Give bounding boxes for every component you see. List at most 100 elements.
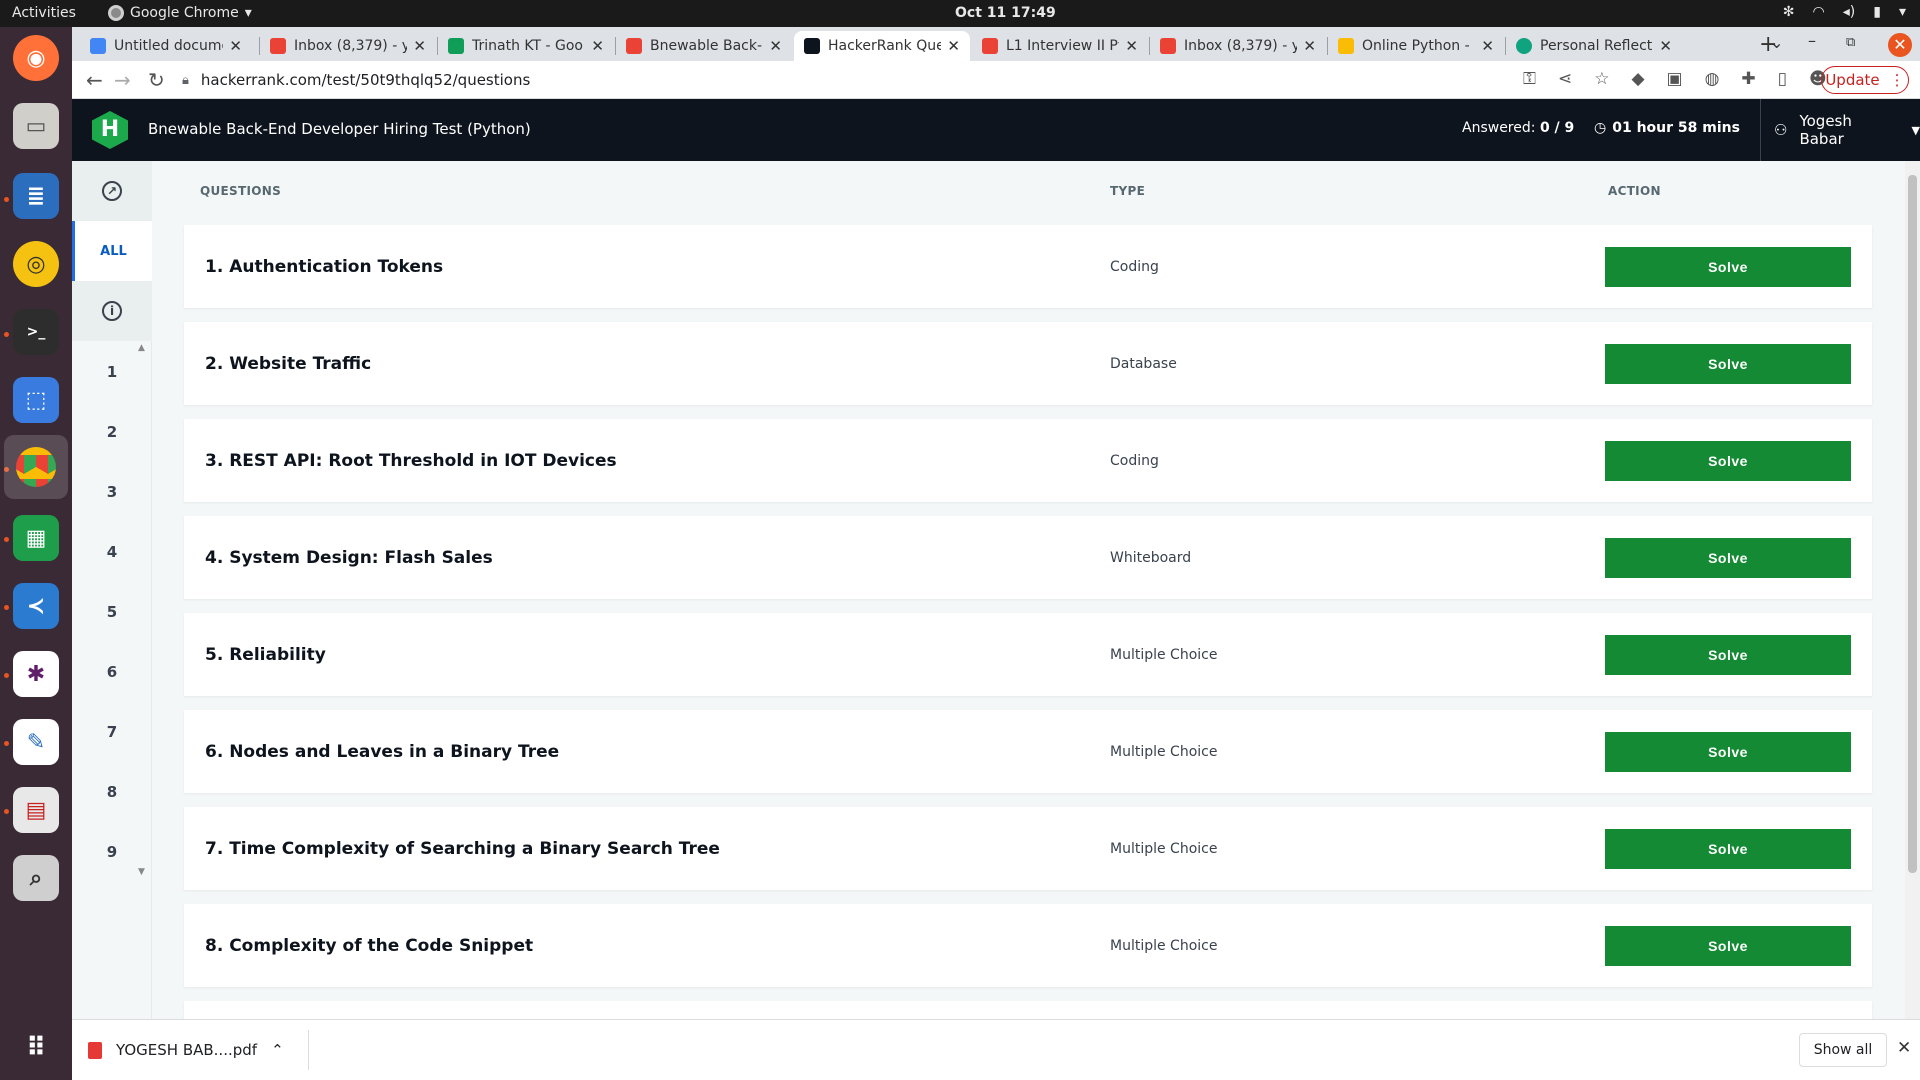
reload-icon[interactable]: ↻ — [148, 68, 165, 92]
tab-l1-interview[interactable]: L1 Interview II Py ✕ — [972, 31, 1148, 61]
solve-button[interactable]: Solve — [1605, 635, 1851, 675]
close-icon[interactable]: ✕ — [1125, 37, 1138, 55]
question-row[interactable]: 7. Time Complexity of Searching a Binary… — [184, 807, 1872, 890]
question-row[interactable]: 5. Reliability Multiple Choice Solve — [184, 613, 1872, 696]
tab-bnewable[interactable]: Bnewable Back-E ✕ — [616, 31, 792, 61]
system-tray[interactable]: ✻ ◠ ◂) ▮ ▾ — [1783, 4, 1906, 20]
question-row[interactable]: 8. Complexity of the Code Snippet Multip… — [184, 904, 1872, 987]
show-all-button[interactable]: Show all — [1799, 1033, 1887, 1067]
clock[interactable]: Oct 11 17:49 — [955, 5, 1056, 21]
share-icon[interactable]: ⋖ — [1558, 69, 1572, 89]
search-app-icon[interactable]: ⌕ — [13, 855, 59, 901]
question-row[interactable]: 6. Nodes and Leaves in a Binary Tree Mul… — [184, 710, 1872, 793]
tab-inbox-2[interactable]: Inbox (8,379) - yo ✕ — [1150, 31, 1326, 61]
solve-button[interactable]: Solve — [1605, 344, 1851, 384]
close-icon[interactable]: ✕ — [1481, 37, 1494, 55]
question-row[interactable]: 3. REST API: Root Threshold in IOT Devic… — [184, 419, 1872, 502]
minimize-icon[interactable]: – — [1808, 31, 1816, 50]
tab-untitled-doc[interactable]: Untitled docume ✕ — [80, 31, 252, 61]
chevron-up-icon[interactable]: ⌃ — [271, 1041, 284, 1059]
forward-arrow-icon[interactable]: → — [114, 68, 131, 92]
document-viewer-icon[interactable]: ▤ — [13, 787, 59, 833]
nav-question-9[interactable]: 9 — [72, 843, 152, 861]
scroll-up-icon[interactable]: ▲ — [138, 343, 145, 353]
nav-question-3[interactable]: 3 — [72, 483, 152, 501]
solve-button[interactable]: Solve — [1605, 926, 1851, 966]
extension-a-icon[interactable]: ◆ — [1631, 69, 1644, 89]
gear-icon[interactable]: ✻ — [1783, 4, 1795, 20]
solve-button[interactable]: Solve — [1605, 247, 1851, 287]
question-name[interactable]: 3. REST API: Root Threshold in IOT Devic… — [205, 451, 617, 471]
close-icon[interactable]: ✕ — [1659, 37, 1672, 55]
close-icon[interactable]: ✕ — [591, 37, 604, 55]
calc-icon[interactable]: ▦ — [13, 515, 59, 561]
tab-personal-reflect[interactable]: Personal Reflect ✕ — [1506, 31, 1682, 61]
solve-button[interactable]: Solve — [1605, 732, 1851, 772]
tab-online-python[interactable]: Online Python - I ✕ — [1328, 31, 1504, 61]
question-row[interactable]: 2. Website Traffic Database Solve — [184, 322, 1872, 405]
rhythmbox-icon[interactable]: ◎ — [13, 241, 59, 287]
tab-hackerrank[interactable]: HackerRank Que ✕ — [794, 31, 970, 61]
nav-question-5[interactable]: 5 — [72, 603, 152, 621]
app-menu[interactable]: Google Chrome ▾ — [108, 5, 252, 21]
question-name[interactable]: 8. Complexity of the Code Snippet — [205, 936, 533, 956]
nav-question-8[interactable]: 8 — [72, 783, 152, 801]
writer-icon[interactable]: ≣ — [13, 173, 59, 219]
chrome-icon[interactable] — [4, 435, 68, 499]
download-file-name[interactable]: YOGESH BAB....pdf — [116, 1041, 257, 1059]
nav-question-7[interactable]: 7 — [72, 723, 152, 741]
window-close-icon[interactable]: ✕ — [1888, 33, 1912, 57]
extension-c-icon[interactable]: ◍ — [1705, 69, 1720, 89]
user-menu[interactable]: ⚇ Yogesh Babar ▼ — [1762, 99, 1920, 161]
nav-question-6[interactable]: 6 — [72, 663, 152, 681]
nav-question-2[interactable]: 2 — [72, 423, 152, 441]
firefox-icon[interactable]: ◉ — [13, 35, 59, 81]
nav-question-1[interactable]: 1 — [72, 363, 152, 381]
close-icon[interactable]: ✕ — [1897, 1038, 1911, 1058]
info-nav-item[interactable]: i — [72, 281, 152, 341]
question-name[interactable]: 7. Time Complexity of Searching a Binary… — [205, 839, 720, 859]
tab-inbox[interactable]: Inbox (8,379) - yo ✕ — [260, 31, 436, 61]
key-icon[interactable]: ⚿ — [1523, 69, 1536, 89]
activities-button[interactable]: Activities — [12, 5, 76, 21]
question-name[interactable]: 4. System Design: Flash Sales — [205, 548, 493, 568]
scroll-down-icon[interactable]: ▼ — [138, 867, 145, 877]
lock-icon[interactable]: 🔒︎ — [182, 73, 189, 88]
close-icon[interactable]: ✕ — [413, 37, 426, 55]
page-scrollbar[interactable] — [1905, 161, 1920, 1019]
compass-nav-item[interactable]: ↗ — [72, 161, 152, 221]
solve-button[interactable]: Solve — [1605, 441, 1851, 481]
extension-b-icon[interactable]: ▣ — [1667, 69, 1683, 89]
back-arrow-icon[interactable]: ← — [86, 68, 103, 92]
update-button[interactable]: Update ⋮ — [1821, 66, 1909, 94]
vscode-icon[interactable]: ≺ — [13, 583, 59, 629]
side-panel-icon[interactable]: ▯ — [1778, 69, 1787, 89]
bookmark-star-icon[interactable]: ☆ — [1594, 69, 1609, 89]
close-icon[interactable]: ✕ — [947, 37, 960, 55]
url-text[interactable]: hackerrank.com/test/50t9thqlq52/question… — [201, 71, 530, 89]
extensions-puzzle-icon[interactable]: ✚ — [1741, 69, 1755, 89]
question-row[interactable]: 1. Authentication Tokens Coding Solve — [184, 225, 1872, 308]
question-name[interactable]: 2. Website Traffic — [205, 354, 371, 374]
close-icon[interactable]: ✕ — [769, 37, 782, 55]
nav-question-4[interactable]: 4 — [72, 543, 152, 561]
files-icon[interactable]: ▭ — [13, 103, 59, 149]
close-icon[interactable]: ✕ — [229, 37, 242, 55]
question-name[interactable]: 1. Authentication Tokens — [205, 257, 443, 277]
question-row[interactable]: 4. System Design: Flash Sales Whiteboard… — [184, 516, 1872, 599]
tab-trinath-kt[interactable]: Trinath KT - Goo ✕ — [438, 31, 614, 61]
question-name[interactable]: 6. Nodes and Leaves in a Binary Tree — [205, 742, 559, 762]
close-icon[interactable]: ✕ — [1303, 37, 1316, 55]
show-apps-icon[interactable]: ⠿ — [13, 1025, 59, 1071]
solve-button[interactable]: Solve — [1605, 829, 1851, 869]
question-name[interactable]: 5. Reliability — [205, 645, 326, 665]
solve-button[interactable]: Solve — [1605, 538, 1851, 578]
tab-search-chevron-icon[interactable]: ⌄ — [1770, 33, 1783, 52]
scrollbar-thumb[interactable] — [1908, 175, 1917, 873]
address-bar[interactable]: 🔒︎ hackerrank.com/test/50t9thqlq52/quest… — [182, 65, 1442, 95]
nav-all[interactable]: ALL — [72, 221, 152, 281]
terminal-icon[interactable]: >_ — [13, 309, 59, 355]
slack-icon[interactable]: ✱ — [13, 651, 59, 697]
screenshot-icon[interactable]: ⬚ — [13, 377, 59, 423]
download-item[interactable]: YOGESH BAB....pdf ⌃ — [88, 1034, 284, 1066]
